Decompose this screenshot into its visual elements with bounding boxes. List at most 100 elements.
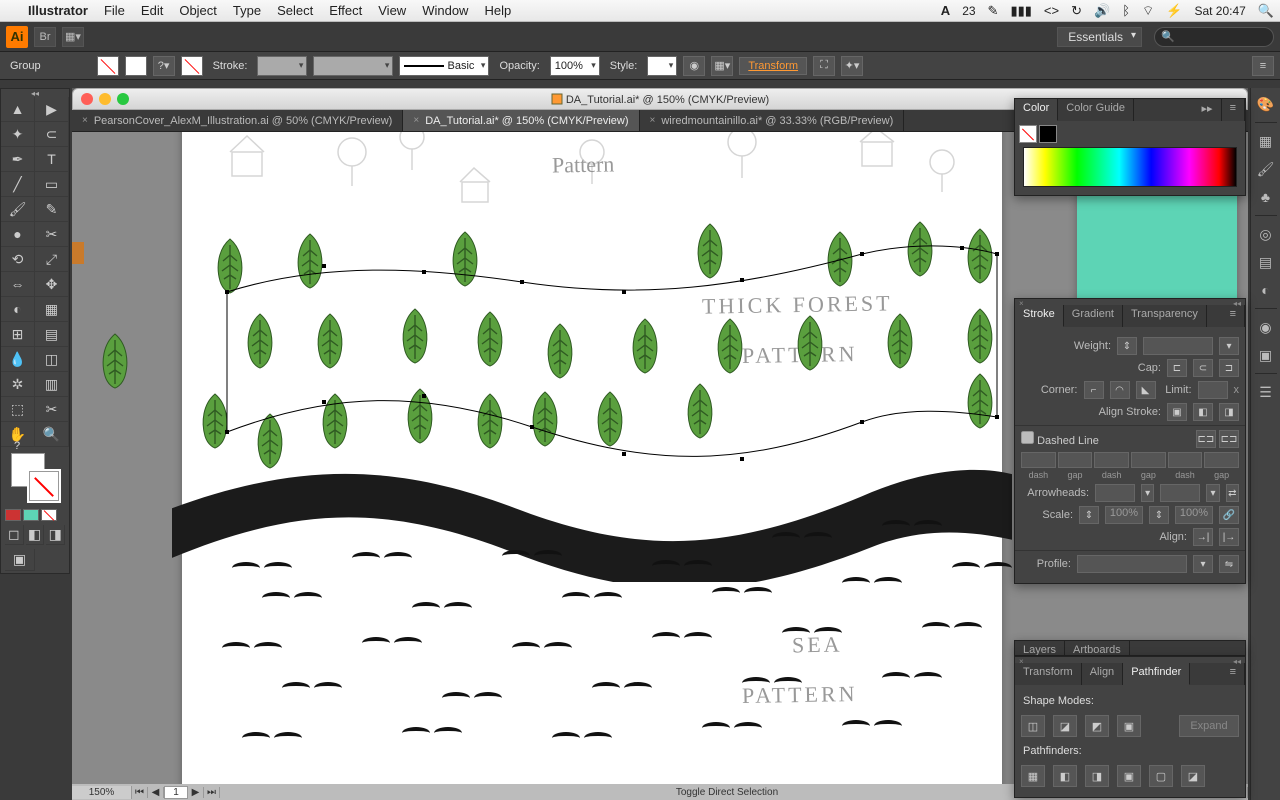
arrow-start-menu[interactable]: ▾ — [1141, 484, 1154, 502]
menu-type[interactable]: Type — [225, 3, 269, 18]
scale-end-field[interactable]: 100% — [1175, 506, 1213, 524]
brush-dropdown[interactable]: Basic — [399, 56, 489, 76]
rectangle-tool[interactable]: ▭ — [35, 172, 69, 197]
type-tool[interactable]: T — [35, 147, 69, 172]
menu-object[interactable]: Object — [171, 3, 225, 18]
scale-start-field[interactable]: 100% — [1105, 506, 1143, 524]
corner-round-button[interactable]: ◠ — [1110, 381, 1130, 399]
color-panel-icon[interactable]: 🎨 — [1254, 92, 1278, 116]
transform-tab[interactable]: Transform — [1015, 663, 1082, 685]
cap-square-button[interactable]: ⊐ — [1219, 359, 1239, 377]
artboard-tool[interactable]: ⬚ — [1, 397, 35, 422]
color-tab[interactable]: Color — [1015, 99, 1058, 121]
crop-button[interactable]: ▣ — [1117, 765, 1141, 787]
menu-file[interactable]: File — [96, 3, 133, 18]
draw-behind-button[interactable]: ◧ — [26, 525, 45, 545]
cap-round-button[interactable]: ⊂ — [1193, 359, 1213, 377]
menu-help[interactable]: Help — [476, 3, 519, 18]
stroke-panel-icon[interactable]: ◎ — [1254, 222, 1278, 246]
eyedropper-tool[interactable]: 💧 — [1, 347, 35, 372]
minus-front-button[interactable]: ◪ — [1053, 715, 1077, 737]
gap-field[interactable] — [1058, 452, 1093, 468]
app-name[interactable]: Illustrator — [20, 3, 96, 18]
weight-dropdown[interactable]: ▾ — [1219, 337, 1239, 355]
stroke-swatch[interactable] — [1039, 125, 1057, 143]
dash-align-button[interactable]: ⊏⊐ — [1219, 430, 1239, 448]
line-tool[interactable]: ╱ — [1, 172, 35, 197]
prev-artboard-button[interactable]: ◀ — [148, 787, 164, 798]
swap-arrows-button[interactable]: ⇄ — [1226, 484, 1239, 502]
pencil-tool[interactable]: ✎ — [35, 197, 69, 222]
intersect-button[interactable]: ◩ — [1085, 715, 1109, 737]
pen-tool[interactable]: ✒ — [1, 147, 35, 172]
rotate-tool[interactable]: ⟲ — [1, 247, 35, 272]
fill-stroke-swatches[interactable]: ? — [1, 447, 69, 507]
clock[interactable]: Sat 20:47 — [1188, 4, 1251, 18]
color-mode-button[interactable] — [5, 509, 21, 521]
align-arrow-tip-button[interactable]: →| — [1193, 528, 1213, 546]
selection-tool[interactable]: ▲ — [1, 97, 35, 122]
arrow-end-dropdown[interactable] — [1160, 484, 1200, 502]
expand-button[interactable]: Expand — [1179, 715, 1239, 737]
color-spectrum[interactable] — [1023, 147, 1237, 187]
nostroke-button[interactable] — [181, 56, 203, 76]
cap-butt-button[interactable]: ⊏ — [1167, 359, 1187, 377]
unite-button[interactable]: ◫ — [1021, 715, 1045, 737]
next-artboard-button[interactable]: ▶ — [188, 787, 204, 798]
adobe-icon[interactable]: A — [935, 3, 956, 18]
fill-swatch[interactable] — [1019, 125, 1037, 143]
opacity-dropdown[interactable]: 100% — [550, 56, 600, 76]
pathfinder-tab[interactable]: Pathfinder — [1123, 663, 1190, 685]
stroke-weight-dropdown[interactable] — [257, 56, 307, 76]
exclude-button[interactable]: ▣ — [1117, 715, 1141, 737]
gap-field[interactable] — [1204, 452, 1239, 468]
merge-button[interactable]: ◨ — [1085, 765, 1109, 787]
stroke-tab[interactable]: Stroke — [1015, 305, 1064, 327]
layers-tab[interactable]: Layers — [1015, 641, 1065, 656]
close-tab-icon[interactable]: × — [650, 115, 656, 126]
link-scale-button[interactable]: 🔗 — [1219, 506, 1239, 524]
transform-link[interactable]: Transform — [739, 57, 807, 75]
close-tab-icon[interactable]: × — [82, 115, 88, 126]
direct-selection-tool[interactable]: ▶ — [35, 97, 69, 122]
graph-tool[interactable]: ▥ — [35, 372, 69, 397]
lasso-tool[interactable]: ⊂ — [35, 122, 69, 147]
appearance-panel-icon[interactable]: ◉ — [1254, 315, 1278, 339]
close-window-button[interactable] — [81, 93, 93, 105]
none-mode-button[interactable] — [41, 509, 57, 521]
menu-effect[interactable]: Effect — [321, 3, 370, 18]
dash-field[interactable] — [1094, 452, 1129, 468]
slice-tool[interactable]: ✂ — [35, 397, 69, 422]
dashed-checkbox[interactable] — [1021, 431, 1034, 444]
extra-button[interactable]: ✦▾ — [841, 56, 863, 76]
symbols-panel-icon[interactable]: ♣ — [1254, 185, 1278, 209]
gradient-panel-icon[interactable]: ▤ — [1254, 250, 1278, 274]
panel-menu-button[interactable]: ≡ — [1252, 56, 1274, 76]
dash-field[interactable] — [1168, 452, 1203, 468]
draw-inside-button[interactable]: ◨ — [46, 525, 65, 545]
gap-field[interactable] — [1131, 452, 1166, 468]
align-center-button[interactable]: ▣ — [1167, 403, 1187, 421]
limit-field[interactable] — [1198, 381, 1228, 399]
panel-collapse-button[interactable]: ▸▸ — [1194, 99, 1222, 121]
mesh-tool[interactable]: ⊞ — [1, 322, 35, 347]
workspace-dropdown[interactable]: Essentials — [1057, 27, 1142, 47]
style-dropdown[interactable] — [647, 56, 677, 76]
panel-menu-button[interactable]: ≡ — [1222, 663, 1245, 685]
perspective-tool[interactable]: ▦ — [35, 297, 69, 322]
gradient-tool[interactable]: ▤ — [35, 322, 69, 347]
transparency-panel-icon[interactable]: ◐ — [1254, 278, 1278, 302]
stroke-profile-dropdown[interactable] — [313, 56, 393, 76]
first-artboard-button[interactable]: ⏮ — [132, 787, 148, 798]
weight-stepper[interactable]: ⇕ — [1117, 337, 1137, 355]
swatches-panel-icon[interactable]: ▦ — [1254, 129, 1278, 153]
document-tab[interactable]: ×DA_Tutorial.ai* @ 150% (CMYK/Preview) — [403, 110, 639, 131]
last-artboard-button[interactable]: ⏭ — [204, 787, 220, 798]
align-button[interactable]: ▦▾ — [711, 56, 733, 76]
bluetooth-icon[interactable]: ᛒ — [1116, 3, 1136, 18]
document-tab[interactable]: ×wiredmountainillo.ai* @ 33.33% (RGB/Pre… — [640, 110, 905, 131]
menu-select[interactable]: Select — [269, 3, 321, 18]
arrow-start-dropdown[interactable] — [1095, 484, 1135, 502]
weight-field[interactable] — [1143, 337, 1213, 355]
corner-miter-button[interactable]: ⌐ — [1084, 381, 1104, 399]
